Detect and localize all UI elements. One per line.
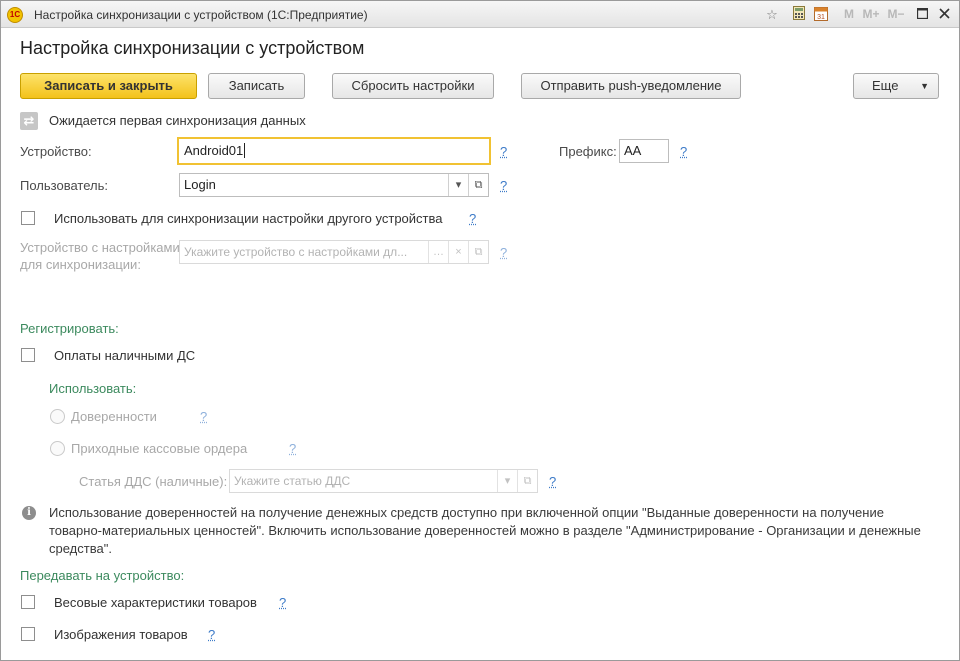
cashflow-help-icon[interactable]: ? [549,474,556,489]
window: 1С Настройка синхронизации с устройством… [0,0,960,661]
user-dropdown-icon[interactable]: ▾ [448,174,468,196]
use-other-device-help-icon[interactable]: ? [469,211,476,226]
star-icon[interactable]: ☆ [764,6,780,23]
info-icon: i [22,506,36,520]
text-cursor [244,143,246,158]
transfer-section-title: Передавать на устройство: [20,568,185,583]
save-button[interactable]: Записать [208,73,305,99]
product-images-help-icon[interactable]: ? [208,627,215,642]
chevron-down-icon: ▼ [920,81,929,91]
use-section-title: Использовать: [49,381,137,396]
prefix-input[interactable]: АА [619,139,669,163]
cashflow-placeholder: Укажите статью ДДС [234,474,351,488]
device-label: Устройство: [20,144,92,159]
save-and-close-button[interactable]: Записать и закрыть [20,73,197,99]
close-icon[interactable] [937,6,951,23]
user-select[interactable]: Login ▾ ⧉ [179,173,489,197]
page-title: Настройка синхронизации с устройством [20,38,365,58]
product-images-label: Изображения товаров [54,627,188,642]
cashflow-open-icon[interactable]: ⧉ [517,470,537,492]
info-text: Использование доверенностей на получение… [49,505,921,556]
receipts-help-icon[interactable]: ? [289,441,296,456]
receipts-radio[interactable] [50,441,65,456]
send-push-button[interactable]: Отправить push-уведомление [521,73,741,99]
source-device-open-icon[interactable]: ⧉ [468,241,488,263]
source-device-placeholder: Укажите устройство с настройками дл... [184,245,408,259]
calendar-icon[interactable]: 31 [813,6,829,23]
memory-plus-button[interactable]: M+ [860,6,882,23]
cashflow-dropdown-icon[interactable]: ▾ [497,470,517,492]
source-device-input[interactable]: Укажите устройство с настройками дл... …… [179,240,489,264]
user-label: Пользователь: [20,178,108,193]
maximize-icon[interactable] [915,6,929,23]
more-label: Еще [872,78,899,93]
more-menu-button[interactable]: Еще ▼ [853,73,939,99]
memory-m-button[interactable]: M [841,6,857,23]
user-value: Login [184,177,216,192]
window-title: Настройка синхронизации с устройством (1… [34,8,368,22]
cashflow-label: Статья ДДС (наличные): [79,474,228,489]
poa-radio[interactable] [50,409,65,424]
register-section-title: Регистрировать: [20,321,119,336]
weight-characteristics-label: Весовые характеристики товаров [54,595,257,610]
poa-label: Доверенности [71,409,157,424]
weight-characteristics-checkbox[interactable] [21,595,35,609]
source-device-choose-icon[interactable]: … [428,241,448,263]
title-bar: 1С Настройка синхронизации с устройством… [1,1,959,28]
device-input[interactable]: Android01 [177,137,491,165]
source-device-clear-icon[interactable]: × [448,241,468,263]
user-open-icon[interactable]: ⧉ [468,174,488,196]
use-other-device-checkbox[interactable] [21,211,35,225]
calculator-icon[interactable] [791,6,807,23]
reset-settings-button[interactable]: Сбросить настройки [332,73,494,99]
device-value: Android01 [184,143,244,158]
prefix-label: Префикс: [559,144,617,159]
app-logo-icon[interactable]: 1С [7,7,23,23]
cash-payments-label: Оплаты наличными ДС [54,348,196,363]
source-device-label-line1: Устройство с настройками [20,240,180,255]
memory-minus-button[interactable]: M− [885,6,907,23]
prefix-help-icon[interactable]: ? [680,144,687,159]
weight-characteristics-help-icon[interactable]: ? [279,595,286,610]
source-device-help-icon[interactable]: ? [500,245,507,260]
cashflow-select[interactable]: Укажите статью ДДС ▾ ⧉ [229,469,538,493]
product-images-checkbox[interactable] [21,627,35,641]
poa-help-icon[interactable]: ? [200,409,207,424]
receipts-label: Приходные кассовые ордера [71,441,248,456]
cash-payments-checkbox[interactable] [21,348,35,362]
use-other-device-label: Использовать для синхронизации настройки… [54,211,443,226]
sync-icon: ⇄ [20,112,38,130]
sync-status-text: Ожидается первая синхронизация данных [49,113,306,128]
source-device-label-line2: для синхронизации: [20,257,141,272]
calendar-day: 31 [817,14,825,21]
device-help-icon[interactable]: ? [500,144,507,159]
user-help-icon[interactable]: ? [500,178,507,193]
